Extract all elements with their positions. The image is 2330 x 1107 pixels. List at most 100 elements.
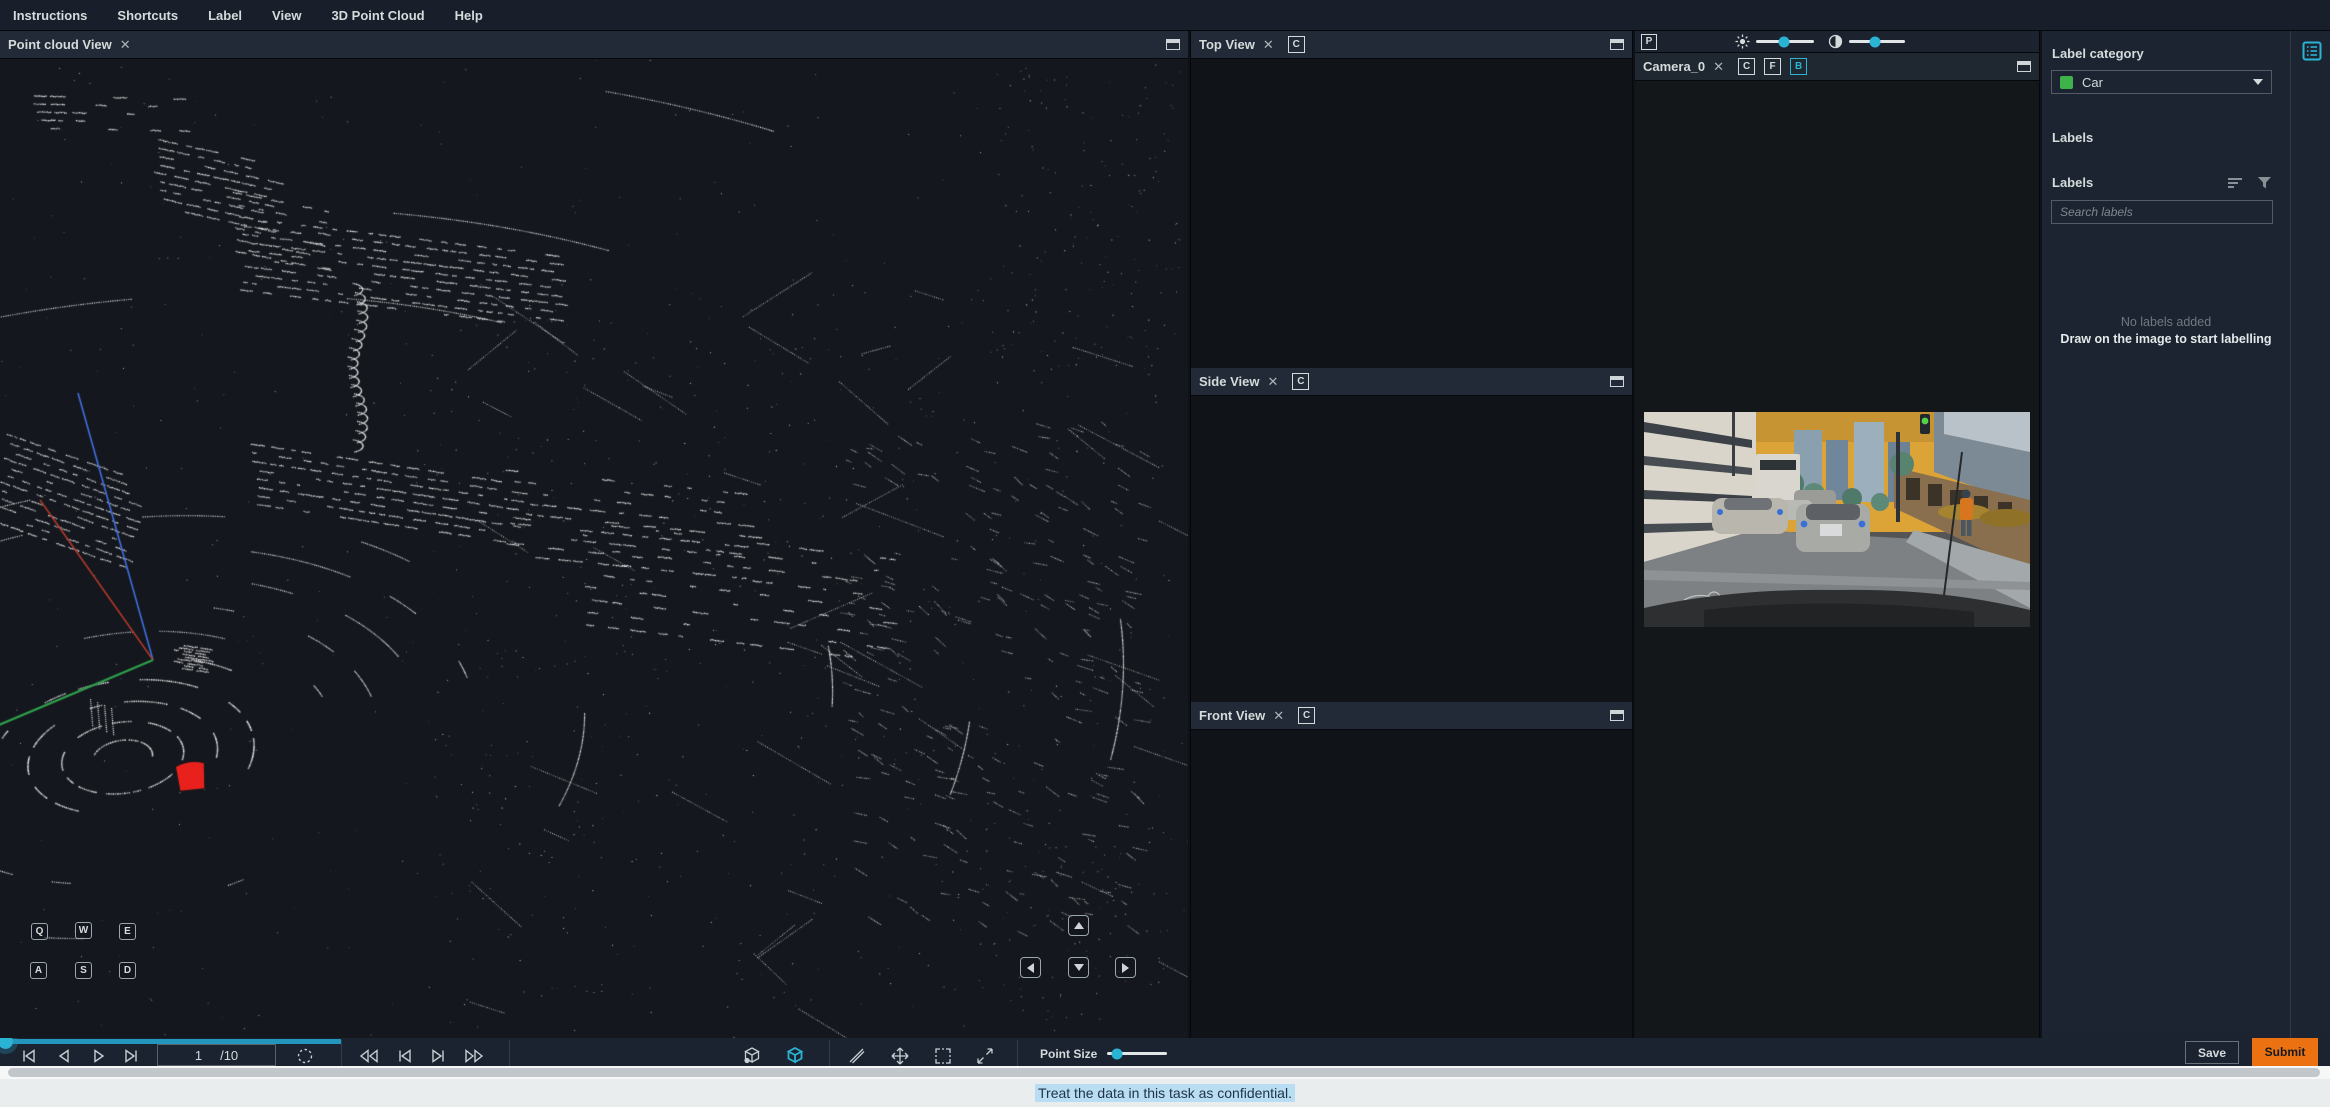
point-size-label: Point Size	[1040, 1047, 1098, 1061]
submit-button[interactable]: Submit	[2252, 1038, 2318, 1066]
labels-subheading: Labels	[2052, 175, 2094, 190]
horizontal-scrollbar[interactable]	[8, 1068, 2320, 1077]
sort-icon[interactable]	[2227, 177, 2243, 189]
arrow-left-icon	[1027, 962, 1034, 973]
menu-instructions[interactable]: Instructions	[13, 8, 87, 23]
close-icon[interactable]: ✕	[1273, 708, 1284, 724]
top-view-header: Top View ✕ C	[1191, 31, 1632, 59]
projection-button[interactable]: P	[1641, 33, 1657, 50]
camera-toggle-button[interactable]: C	[1287, 36, 1305, 53]
top-view-viewport[interactable]	[1191, 59, 1632, 368]
camera-c-button[interactable]: C	[1738, 58, 1756, 75]
maximize-icon[interactable]	[2017, 61, 2031, 72]
maximize-icon[interactable]	[1610, 39, 1624, 50]
region-select-icon	[935, 1048, 951, 1064]
pan-down-button[interactable]	[1068, 957, 1089, 978]
side-view-panel: Side View ✕ C	[1190, 368, 1633, 702]
expand-icon	[977, 1048, 993, 1064]
play-button[interactable]	[88, 1045, 110, 1066]
close-icon[interactable]: ✕	[1713, 59, 1724, 75]
cuboid-sphere-icon	[744, 1047, 760, 1064]
maximize-icon[interactable]	[1610, 376, 1624, 387]
search-labels-input[interactable]	[2051, 200, 2273, 224]
measure-line-tool-button[interactable]	[844, 1043, 870, 1066]
camera-title: Camera_0	[1643, 59, 1706, 74]
pan-up-button[interactable]	[1068, 915, 1089, 936]
menu-view[interactable]: View	[272, 8, 301, 23]
key-s[interactable]: S	[75, 962, 92, 979]
skip-to-end-button[interactable]	[120, 1045, 142, 1066]
filter-icon[interactable]	[2257, 175, 2272, 190]
camera-toolbar: P	[1635, 31, 2039, 53]
arrow-down-icon	[1073, 964, 1084, 971]
maximize-icon[interactable]	[1610, 710, 1624, 721]
maximize-icon[interactable]	[1166, 39, 1180, 50]
step-back-button[interactable]	[394, 1045, 416, 1066]
menu-help[interactable]: Help	[455, 8, 483, 23]
fast-forward-button[interactable]	[463, 1045, 485, 1066]
point-size-slider[interactable]	[1107, 1048, 1167, 1059]
pan-right-button[interactable]	[1115, 957, 1136, 978]
empty-state-title: No labels added	[2120, 315, 2212, 329]
close-icon[interactable]: ✕	[120, 37, 131, 53]
pan-left-button[interactable]	[1020, 957, 1041, 978]
category-selected-value: Car	[2082, 74, 2103, 90]
add-cuboid-tool-button[interactable]	[739, 1043, 765, 1066]
camera-header: Camera_0 ✕ C F B	[1635, 53, 2039, 81]
empty-state-subtitle: Draw on the image to start labelling	[2060, 332, 2272, 346]
frame-counter[interactable]: 1 /10	[157, 1044, 276, 1066]
step-forward-button[interactable]	[427, 1045, 449, 1066]
camera-image[interactable]	[1644, 412, 2030, 627]
front-view-panel: Front View ✕ C	[1190, 702, 1633, 1038]
label-category-dropdown[interactable]: Car	[2051, 70, 2272, 94]
front-view-header: Front View ✕ C	[1191, 702, 1632, 730]
step-forward-icon	[432, 1049, 444, 1063]
rewind-button[interactable]	[358, 1045, 380, 1066]
arrow-right-icon	[1122, 962, 1129, 973]
side-view-viewport[interactable]	[1191, 396, 1632, 702]
previous-frame-button[interactable]	[53, 1045, 75, 1066]
loop-button[interactable]	[294, 1045, 316, 1066]
key-d[interactable]: D	[119, 962, 136, 979]
key-a[interactable]: A	[30, 962, 47, 979]
fullscreen-tool-button[interactable]	[972, 1043, 998, 1066]
brightness-slider[interactable]	[1756, 36, 1814, 47]
bottom-toolbar: 1 /10 Point Size Save Submit	[0, 1038, 2330, 1066]
seek-knob[interactable]	[0, 1038, 13, 1049]
contrast-icon	[1828, 34, 1843, 49]
camera-toggle-button[interactable]: C	[1298, 707, 1316, 724]
move-tool-button[interactable]	[887, 1043, 913, 1066]
frame-number[interactable]: 1	[195, 1048, 202, 1063]
point-cloud-viewport[interactable]	[0, 59, 1188, 1038]
menu-label[interactable]: Label	[208, 8, 242, 23]
contrast-slider-knob[interactable]	[1869, 36, 1881, 47]
camera-f-button[interactable]: F	[1764, 58, 1782, 75]
label-list-panel-icon[interactable]	[2302, 41, 2322, 61]
camera-b-button[interactable]: B	[1790, 58, 1808, 75]
ruler-line-icon	[849, 1048, 865, 1064]
street-scene	[1644, 412, 2030, 627]
category-color-swatch	[2060, 75, 2073, 89]
close-icon[interactable]: ✕	[1263, 37, 1274, 53]
key-q[interactable]: Q	[31, 923, 48, 940]
label-sidebar: Label category Car Labels Labels No labe…	[2042, 31, 2330, 1038]
side-view-title: Side View	[1199, 374, 1260, 389]
frame-total: /10	[220, 1047, 239, 1063]
camera-toggle-button[interactable]: C	[1292, 373, 1310, 390]
loop-icon	[297, 1048, 313, 1064]
point-size-knob[interactable]	[1111, 1048, 1123, 1059]
menu-shortcuts[interactable]: Shortcuts	[117, 8, 178, 23]
front-view-viewport[interactable]	[1191, 730, 1632, 1038]
cuboid-3d-tool-button[interactable]	[782, 1043, 808, 1066]
brightness-slider-knob[interactable]	[1778, 36, 1790, 47]
brightness-icon	[1735, 34, 1750, 49]
key-e[interactable]: E	[119, 923, 136, 940]
point-cloud-panel: Point cloud View ✕ Q W E A S D	[0, 31, 1188, 1038]
contrast-slider[interactable]	[1849, 36, 1905, 47]
key-w[interactable]: W	[75, 922, 92, 939]
menu-3d-point-cloud[interactable]: 3D Point Cloud	[331, 8, 424, 23]
skip-to-start-button[interactable]	[18, 1045, 40, 1066]
save-button[interactable]: Save	[2185, 1041, 2239, 1064]
region-select-tool-button[interactable]	[930, 1043, 956, 1066]
close-icon[interactable]: ✕	[1267, 374, 1278, 390]
